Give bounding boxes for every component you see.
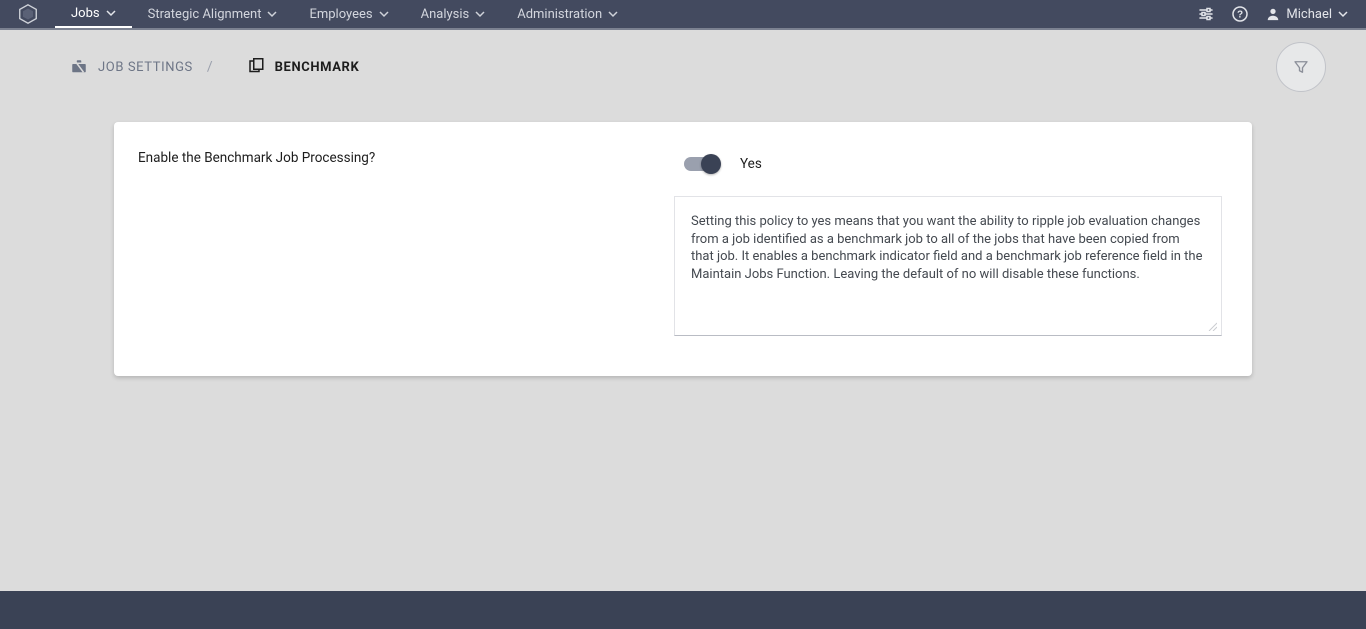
settings-card: Enable the Benchmark Job Processing? Yes <box>114 122 1252 376</box>
nav-item-label: Employees <box>309 7 372 22</box>
help-button[interactable]: ? <box>1232 6 1248 22</box>
chevron-down-icon <box>475 9 485 19</box>
breadcrumb-row: JOB SETTINGS / BENCHMARK <box>0 30 1366 104</box>
breadcrumb-current-label: BENCHMARK <box>275 60 360 75</box>
briefcase-icon <box>70 58 88 76</box>
settings-sliders-button[interactable] <box>1198 6 1214 22</box>
card-value-section: Yes <box>674 122 1252 376</box>
user-name: Michael <box>1286 7 1332 22</box>
toggle-row: Yes <box>674 146 1232 172</box>
user-icon <box>1266 7 1280 21</box>
filter-icon <box>1292 58 1310 76</box>
chevron-down-icon <box>267 9 277 19</box>
svg-text:?: ? <box>1237 10 1243 21</box>
help-icon: ? <box>1232 6 1248 22</box>
nav-item-analysis[interactable]: Analysis <box>405 0 502 28</box>
description-box <box>674 196 1222 336</box>
breadcrumb: JOB SETTINGS / BENCHMARK <box>70 58 359 76</box>
nav-item-administration[interactable]: Administration <box>501 0 634 28</box>
user-menu[interactable]: Michael <box>1266 7 1348 22</box>
nav-item-employees[interactable]: Employees <box>293 0 404 28</box>
nav-item-strategic-alignment[interactable]: Strategic Alignment <box>132 0 294 28</box>
resize-handle-icon[interactable] <box>1207 321 1217 331</box>
top-actions: ? Michael <box>1198 0 1366 28</box>
toggle-knob <box>701 154 721 174</box>
chevron-down-icon <box>106 8 116 18</box>
breadcrumb-root-label: JOB SETTINGS <box>98 60 193 75</box>
setting-question: Enable the Benchmark Job Processing? <box>138 150 650 166</box>
benchmark-toggle[interactable] <box>684 157 718 171</box>
breadcrumb-current[interactable]: BENCHMARK <box>247 58 360 76</box>
chevron-down-icon <box>1338 9 1348 19</box>
nav-item-jobs[interactable]: Jobs <box>55 0 132 28</box>
toggle-value-label: Yes <box>740 156 762 172</box>
hex-logo-icon <box>17 3 39 25</box>
description-text[interactable] <box>691 213 1205 307</box>
nav-item-label: Jobs <box>71 6 100 21</box>
breadcrumb-separator: / <box>207 59 213 75</box>
top-nav: Jobs Strategic Alignment Employees Analy… <box>0 0 1366 28</box>
card-question-section: Enable the Benchmark Job Processing? <box>114 122 674 376</box>
footer-bar <box>0 591 1366 629</box>
nav-item-label: Analysis <box>421 7 470 22</box>
breadcrumb-root[interactable]: JOB SETTINGS <box>70 58 193 76</box>
nav-item-label: Strategic Alignment <box>148 7 262 22</box>
sliders-icon <box>1198 6 1214 22</box>
copy-icon <box>247 58 265 76</box>
filter-button[interactable] <box>1276 42 1326 92</box>
nav-item-label: Administration <box>517 7 602 22</box>
nav-items: Jobs Strategic Alignment Employees Analy… <box>55 0 634 28</box>
chevron-down-icon <box>379 9 389 19</box>
chevron-down-icon <box>608 9 618 19</box>
app-logo[interactable] <box>0 0 55 28</box>
